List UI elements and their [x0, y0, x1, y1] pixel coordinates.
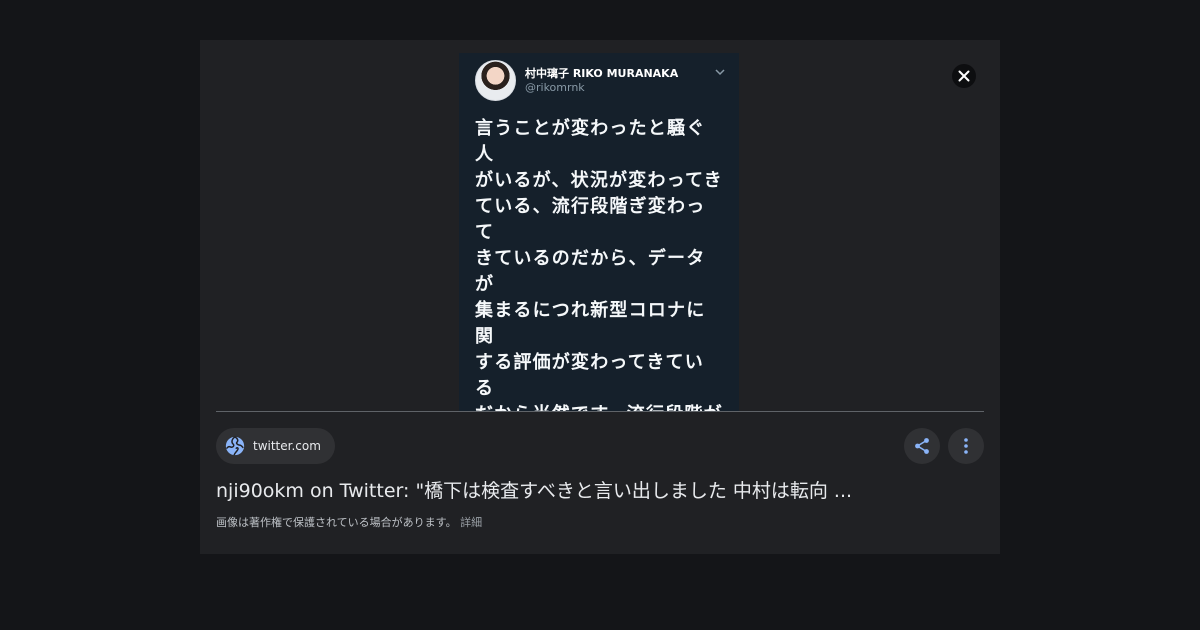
- more-vert-icon: [964, 438, 968, 454]
- tweet-author-name: 村中璃子 RIKO MURANAKA: [525, 67, 679, 80]
- close-icon: [958, 70, 970, 82]
- share-button[interactable]: [904, 428, 940, 464]
- divider: [216, 411, 984, 412]
- tweet-text: 言うことが変わったと騒ぐ人 がいるが、状況が変わってき ている、流行段階ぎ変わっ…: [475, 118, 723, 411]
- tweet-screenshot-image[interactable]: 村中璃子 RIKO MURANAKA @rikomrnk 言うことが変わったと騒…: [459, 53, 739, 411]
- tweet-avatar: [475, 60, 516, 101]
- details-link[interactable]: 詳細: [460, 516, 482, 529]
- globe-icon: [225, 436, 245, 456]
- image-preview-area: 村中璃子 RIKO MURANAKA @rikomrnk 言うことが変わったと騒…: [200, 40, 1000, 411]
- source-link-chip[interactable]: twitter.com: [216, 428, 335, 464]
- tweet-author-handle: @rikomrnk: [525, 81, 585, 94]
- image-preview-panel: 村中璃子 RIKO MURANAKA @rikomrnk 言うことが変わったと騒…: [200, 40, 1000, 554]
- chevron-down-icon: [715, 69, 725, 76]
- source-domain: twitter.com: [253, 439, 321, 453]
- close-button[interactable]: [952, 64, 976, 88]
- share-icon: [915, 438, 929, 454]
- copyright-notice: 画像は著作権で保護されている場合があります。 詳細: [216, 514, 482, 530]
- more-options-button[interactable]: [948, 428, 984, 464]
- result-title-link[interactable]: nji90okm on Twitter: "橋下は検査すべきと言い出しました 中…: [216, 478, 916, 504]
- copyright-text: 画像は著作権で保護されている場合があります。: [216, 516, 457, 529]
